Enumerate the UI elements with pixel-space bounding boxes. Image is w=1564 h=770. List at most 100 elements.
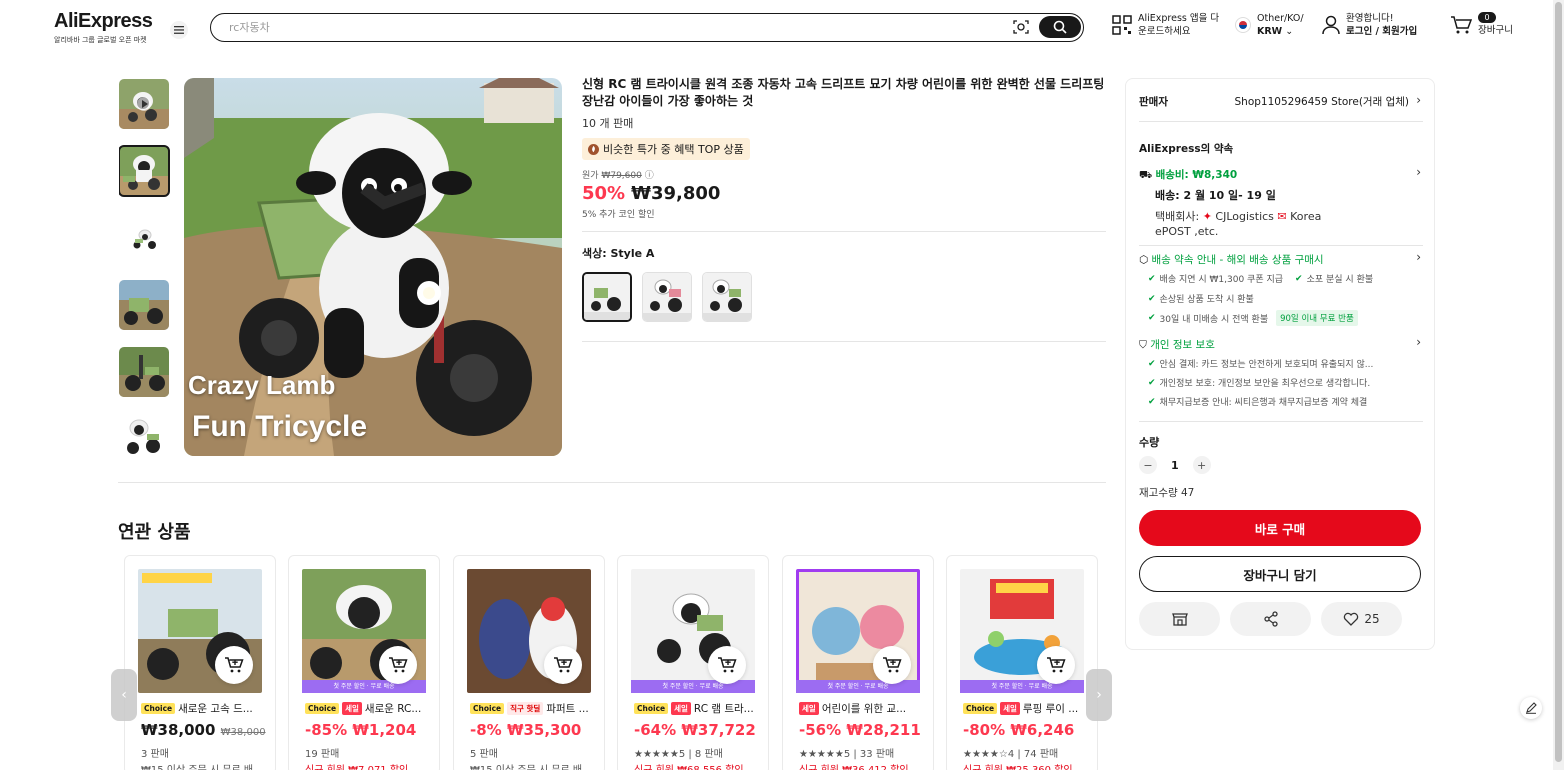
epost-logo-icon: ✉ bbox=[1277, 210, 1287, 223]
guarantee-row-2: ✔ 손상된 상품 도착 시 환불 bbox=[1148, 292, 1432, 306]
wishlist-button[interactable]: 25 bbox=[1321, 602, 1402, 636]
account-menu[interactable]: 환영합니다! 로그인 / 회원가입 bbox=[1322, 12, 1417, 38]
share-button[interactable] bbox=[1230, 602, 1311, 636]
card-discount: -85% bbox=[305, 721, 348, 739]
carousel-prev-button[interactable]: ‹ bbox=[111, 669, 137, 721]
aliexpress-logo[interactable]: AliExpress 알리바바 그룹 글로벌 오픈 마켓 bbox=[54, 10, 153, 45]
card-title[interactable]: RC 램 트라... bbox=[694, 701, 754, 716]
thumbnail-detail[interactable] bbox=[119, 414, 169, 457]
add-to-cart-quick-button[interactable] bbox=[1037, 646, 1075, 684]
add-to-cart-button[interactable]: 장바구니 담기 bbox=[1139, 556, 1421, 592]
thumbnail-outdoor[interactable] bbox=[119, 280, 169, 330]
swatch-style-a[interactable] bbox=[582, 272, 632, 322]
cart-label: 장바구니 bbox=[1478, 25, 1513, 36]
search-input[interactable] bbox=[229, 17, 989, 37]
page-scrollbar[interactable] bbox=[1553, 0, 1564, 770]
product-info: 신형 RC 램 트라이시클 원격 조종 자동차 고속 드리프트 묘기 차량 어린… bbox=[582, 76, 1106, 342]
carrier-line1: 택배회사: ✦ CJLogistics ✉ Korea bbox=[1155, 208, 1439, 224]
locale-selector[interactable]: Other/KO/KRW ⌄ bbox=[1235, 12, 1304, 38]
korea-flag-icon bbox=[1235, 17, 1251, 33]
purchase-panel: 판매자 Shop1105296459 Store(거래 업체) › AliExp… bbox=[1125, 78, 1435, 650]
card-title[interactable]: 루핑 루이 ... bbox=[1023, 701, 1078, 716]
card-title[interactable]: 새로운 고속 드... bbox=[178, 701, 253, 716]
swatch-style-b[interactable] bbox=[642, 272, 692, 322]
delivery-guarantee-row[interactable]: ⬡ 배송 약속 안내 - 해외 배송 상품 구매시 › bbox=[1139, 250, 1423, 267]
card-title[interactable]: 어린이를 위한 교... bbox=[822, 701, 906, 716]
app-download[interactable]: AliExpress 앱을 다운로드하세요 bbox=[1112, 12, 1219, 38]
image-search-icon[interactable] bbox=[1013, 19, 1029, 35]
color-label: 색상: Style A bbox=[582, 247, 655, 260]
related-product-card[interactable]: 첫 주문 할인 · 무료 배송 세일 어린이를 위한 교... -56% ₩28,21… bbox=[782, 555, 934, 770]
card-price: ₩35,300 bbox=[506, 721, 582, 739]
thumbnail-white-bg[interactable] bbox=[119, 213, 169, 263]
related-product-card[interactable]: 첫 주문 할인 · 무료 배송 Choice 세일 새로운 RC... -85% ₩1,… bbox=[288, 555, 440, 770]
related-product-card[interactable]: 첫 주문 할인 · 무료 배송 Choice 세일 RC 램 트라... -64% ₩3… bbox=[617, 555, 769, 770]
card-sales: 19 판매 bbox=[305, 749, 340, 760]
card-sales: ★★★★★5 | 33 판매 bbox=[799, 749, 895, 760]
product-badge: 세일 bbox=[799, 702, 819, 715]
carousel-next-button[interactable]: › bbox=[1086, 669, 1112, 721]
scrollbar-thumb[interactable] bbox=[1555, 2, 1562, 762]
card-price: ₩38,000 bbox=[141, 721, 216, 739]
add-to-cart-quick-button[interactable] bbox=[873, 646, 911, 684]
chevron-right-icon: › bbox=[1416, 335, 1421, 349]
store-button[interactable] bbox=[1139, 602, 1220, 636]
add-to-cart-quick-button[interactable] bbox=[379, 646, 417, 684]
qr-code-icon bbox=[1112, 15, 1132, 35]
related-product-card[interactable]: 첫 주문 할인 · 무료 배송 Choice 세일 루핑 루이 ... -80% ₩6,… bbox=[946, 555, 1098, 770]
product-badge: Choice bbox=[963, 703, 998, 714]
shipping-row[interactable]: ⛟ 배송비: ₩8,340 › bbox=[1139, 165, 1423, 183]
privacy-row-1: ✔ 안심 결제: 카드 정보는 안전하게 보호되며 유출되지 않... bbox=[1148, 357, 1432, 371]
chevron-left-icon: ‹ bbox=[121, 687, 127, 703]
carrier-cj: CJLogistics bbox=[1215, 210, 1274, 223]
card-price: ₩28,211 bbox=[846, 721, 921, 739]
product-title: 신형 RC 램 트라이시클 원격 조종 자동차 고속 드리프트 묘기 차량 어린… bbox=[582, 77, 1105, 108]
locale-line1: Other/KO/ bbox=[1257, 13, 1304, 24]
app-line1: AliExpress 앱을 다 bbox=[1138, 13, 1220, 24]
privacy-item: 개인정보 보호: 개인정보 보안을 최우선으로 생각합니다. bbox=[1159, 379, 1371, 389]
carrier-label: 택배회사: bbox=[1155, 210, 1203, 223]
buy-now-button[interactable]: 바로 구매 bbox=[1139, 510, 1421, 546]
related-product-card[interactable]: Choice직구 핫딜파퍼트 ... -8% ₩35,300 5 판매₩15 이상 … bbox=[453, 555, 605, 770]
discount-percent: 50% bbox=[582, 183, 626, 204]
card-title-row: Choice 새로운 고속 드... bbox=[141, 701, 271, 716]
login-signup-link[interactable]: 로그인 / 회원가입 bbox=[1346, 26, 1417, 37]
card-promo: 신규 회원 ₩25,360 할인 bbox=[963, 761, 1073, 770]
guarantee-item: 소포 분실 시 환불 bbox=[1306, 275, 1374, 285]
category-menu-button[interactable] bbox=[170, 21, 188, 39]
seller-row[interactable]: 판매자 Shop1105296459 Store(거래 업체) › bbox=[1139, 93, 1423, 109]
thumbnail-main[interactable] bbox=[119, 145, 170, 197]
main-product-image[interactable]: Crazy Lamb Fun Tricycle bbox=[184, 78, 562, 456]
privacy-row[interactable]: ⛉ 개인 정보 보호 › bbox=[1139, 335, 1423, 352]
thumbnail-side[interactable] bbox=[119, 347, 169, 397]
card-price-row: ₩38,000 ₩38,000 bbox=[141, 721, 266, 739]
add-to-cart-quick-button[interactable] bbox=[215, 646, 253, 684]
seller-name[interactable]: Shop1105296459 Store(거래 업체) bbox=[1235, 94, 1409, 109]
privacy-row-3: ✔ 채무지급보증 안내: 씨티은행과 채무지급보증 계약 체결 bbox=[1148, 395, 1432, 409]
feedback-button[interactable] bbox=[1520, 697, 1542, 719]
related-product-card[interactable]: Choice새로운 고속 드... ₩38,000 ₩38,000 3 판매₩15 … bbox=[124, 555, 276, 770]
section-divider bbox=[118, 482, 1106, 483]
card-title[interactable]: 파퍼트 ... bbox=[546, 701, 588, 716]
increase-button[interactable]: + bbox=[1192, 456, 1211, 474]
original-price-row: 원가 ₩79,600 ⓘ bbox=[582, 168, 1106, 181]
swatch-style-c[interactable] bbox=[702, 272, 752, 322]
original-price: ₩79,600 bbox=[601, 171, 642, 181]
quantity-value[interactable]: 1 bbox=[1171, 459, 1179, 472]
quantity-stepper: − 1 + bbox=[1139, 456, 1423, 474]
card-discount: -80% bbox=[963, 721, 1006, 739]
search-button[interactable] bbox=[1039, 16, 1081, 38]
app-line2: 운로드하세요 bbox=[1138, 26, 1191, 37]
card-title[interactable]: 새로운 RC... bbox=[365, 701, 421, 716]
promise-title: AliExpress의 약속 bbox=[1139, 143, 1234, 155]
chevron-right-icon: › bbox=[1096, 687, 1102, 703]
info-icon[interactable]: ⓘ bbox=[645, 171, 654, 181]
user-icon bbox=[1322, 15, 1340, 35]
thumbnail-video[interactable] bbox=[119, 79, 169, 129]
card-price-row: -8% ₩35,300 bbox=[470, 721, 581, 739]
add-to-cart-quick-button[interactable] bbox=[544, 646, 582, 684]
card-promo: ₩15 이상 주문 시 무료 배 bbox=[141, 761, 253, 770]
add-to-cart-quick-button[interactable] bbox=[708, 646, 746, 684]
chevron-right-icon: › bbox=[1416, 165, 1421, 179]
decrease-button[interactable]: − bbox=[1139, 456, 1157, 474]
